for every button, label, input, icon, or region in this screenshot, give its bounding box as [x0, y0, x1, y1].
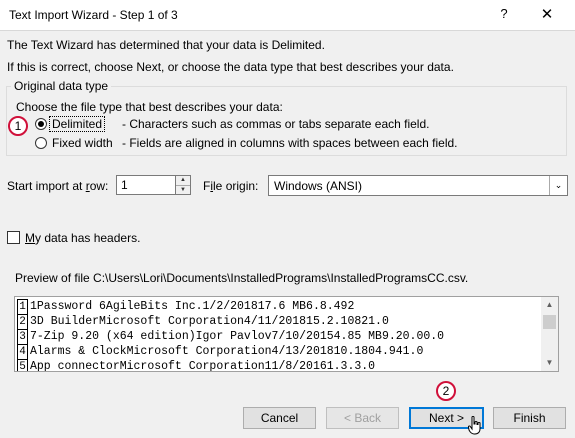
- finish-button[interactable]: Finish: [493, 407, 566, 429]
- intro-line-2: If this is correct, choose Next, or choo…: [7, 60, 454, 74]
- row-text: 1Password 6AgileBits Inc.1/2/201817.6 MB…: [30, 300, 355, 313]
- callout-badge-2: 2: [436, 381, 456, 401]
- delimited-label[interactable]: Delimited: [52, 117, 102, 131]
- file-origin-value: Windows (ANSI): [274, 179, 363, 193]
- row-text: 7-Zip 9.20 (x64 edition)Igor Pavlov7/10/…: [30, 330, 445, 343]
- row-number: 3: [17, 329, 28, 344]
- close-icon[interactable]: ✕: [533, 5, 561, 23]
- intro-line-1: The Text Wizard has determined that your…: [7, 38, 325, 52]
- start-row-stepper[interactable]: ▲ ▼: [176, 175, 191, 195]
- delimited-description: - Characters such as commas or tabs sepa…: [122, 117, 430, 131]
- preview-row: 3 7-Zip 9.20 (x64 edition)Igor Pavlov7/10…: [17, 329, 444, 344]
- row-text: App connectorMicrosoft Corporation11/8/2…: [30, 360, 376, 372]
- cancel-button[interactable]: Cancel: [243, 407, 316, 429]
- row-text: Alarms & ClockMicrosoft Corporation4/13/…: [30, 345, 424, 358]
- headers-checkbox[interactable]: [7, 231, 20, 244]
- headers-checkbox-label[interactable]: My data has headers.: [25, 231, 140, 245]
- hand-cursor-icon: [468, 416, 481, 435]
- scroll-thumb[interactable]: [543, 315, 556, 329]
- preview-row: 2 3D BuilderMicrosoft Corporation4/11/201…: [17, 314, 444, 329]
- row-number: 2: [17, 314, 28, 329]
- help-icon[interactable]: ?: [494, 6, 514, 21]
- delimited-radio[interactable]: [35, 118, 47, 130]
- scroll-up-icon[interactable]: ▲: [541, 297, 558, 313]
- row-number: 4: [17, 344, 28, 359]
- start-row-input[interactable]: 1: [116, 175, 176, 195]
- scroll-down-icon[interactable]: ▼: [541, 355, 558, 371]
- file-origin-label: File origin:: [203, 179, 259, 193]
- group-label: Original data type: [11, 79, 112, 93]
- preview-scrollbar[interactable]: ▲ ▼: [541, 297, 558, 371]
- fixed-width-label[interactable]: Fixed width: [52, 136, 113, 150]
- fixed-width-description: - Fields are aligned in columns with spa…: [122, 136, 458, 150]
- preview-row: 5 App connectorMicrosoft Corporation11/8/…: [17, 359, 444, 372]
- preview-row: 1 1Password 6AgileBits Inc.1/2/201817.6 M…: [17, 299, 444, 314]
- back-button[interactable]: < Back: [326, 407, 399, 429]
- preview-pane[interactable]: 1 1Password 6AgileBits Inc.1/2/201817.6 M…: [14, 296, 559, 372]
- spin-up-icon[interactable]: ▲: [176, 176, 190, 186]
- file-type-prompt: Choose the file type that best describes…: [16, 100, 283, 114]
- preview-label: Preview of file C:\Users\Lori\Documents\…: [15, 271, 469, 285]
- callout-badge-1: 1: [8, 116, 28, 136]
- fixed-width-radio[interactable]: [35, 137, 47, 149]
- window-title: Text Import Wizard - Step 1 of 3: [9, 8, 178, 22]
- spin-down-icon[interactable]: ▼: [176, 186, 190, 195]
- row-text: 3D BuilderMicrosoft Corporation4/11/2018…: [30, 315, 389, 328]
- row-number: 1: [17, 299, 28, 314]
- row-number: 5: [17, 359, 28, 371]
- preview-row: 4 Alarms & ClockMicrosoft Corporation4/13…: [17, 344, 444, 359]
- title-bar: Text Import Wizard - Step 1 of 3 ? ✕: [0, 0, 575, 31]
- chevron-down-icon[interactable]: ⌄: [549, 176, 567, 195]
- file-origin-select[interactable]: Windows (ANSI) ⌄: [268, 175, 568, 196]
- start-import-label: Start import at row:: [7, 179, 109, 193]
